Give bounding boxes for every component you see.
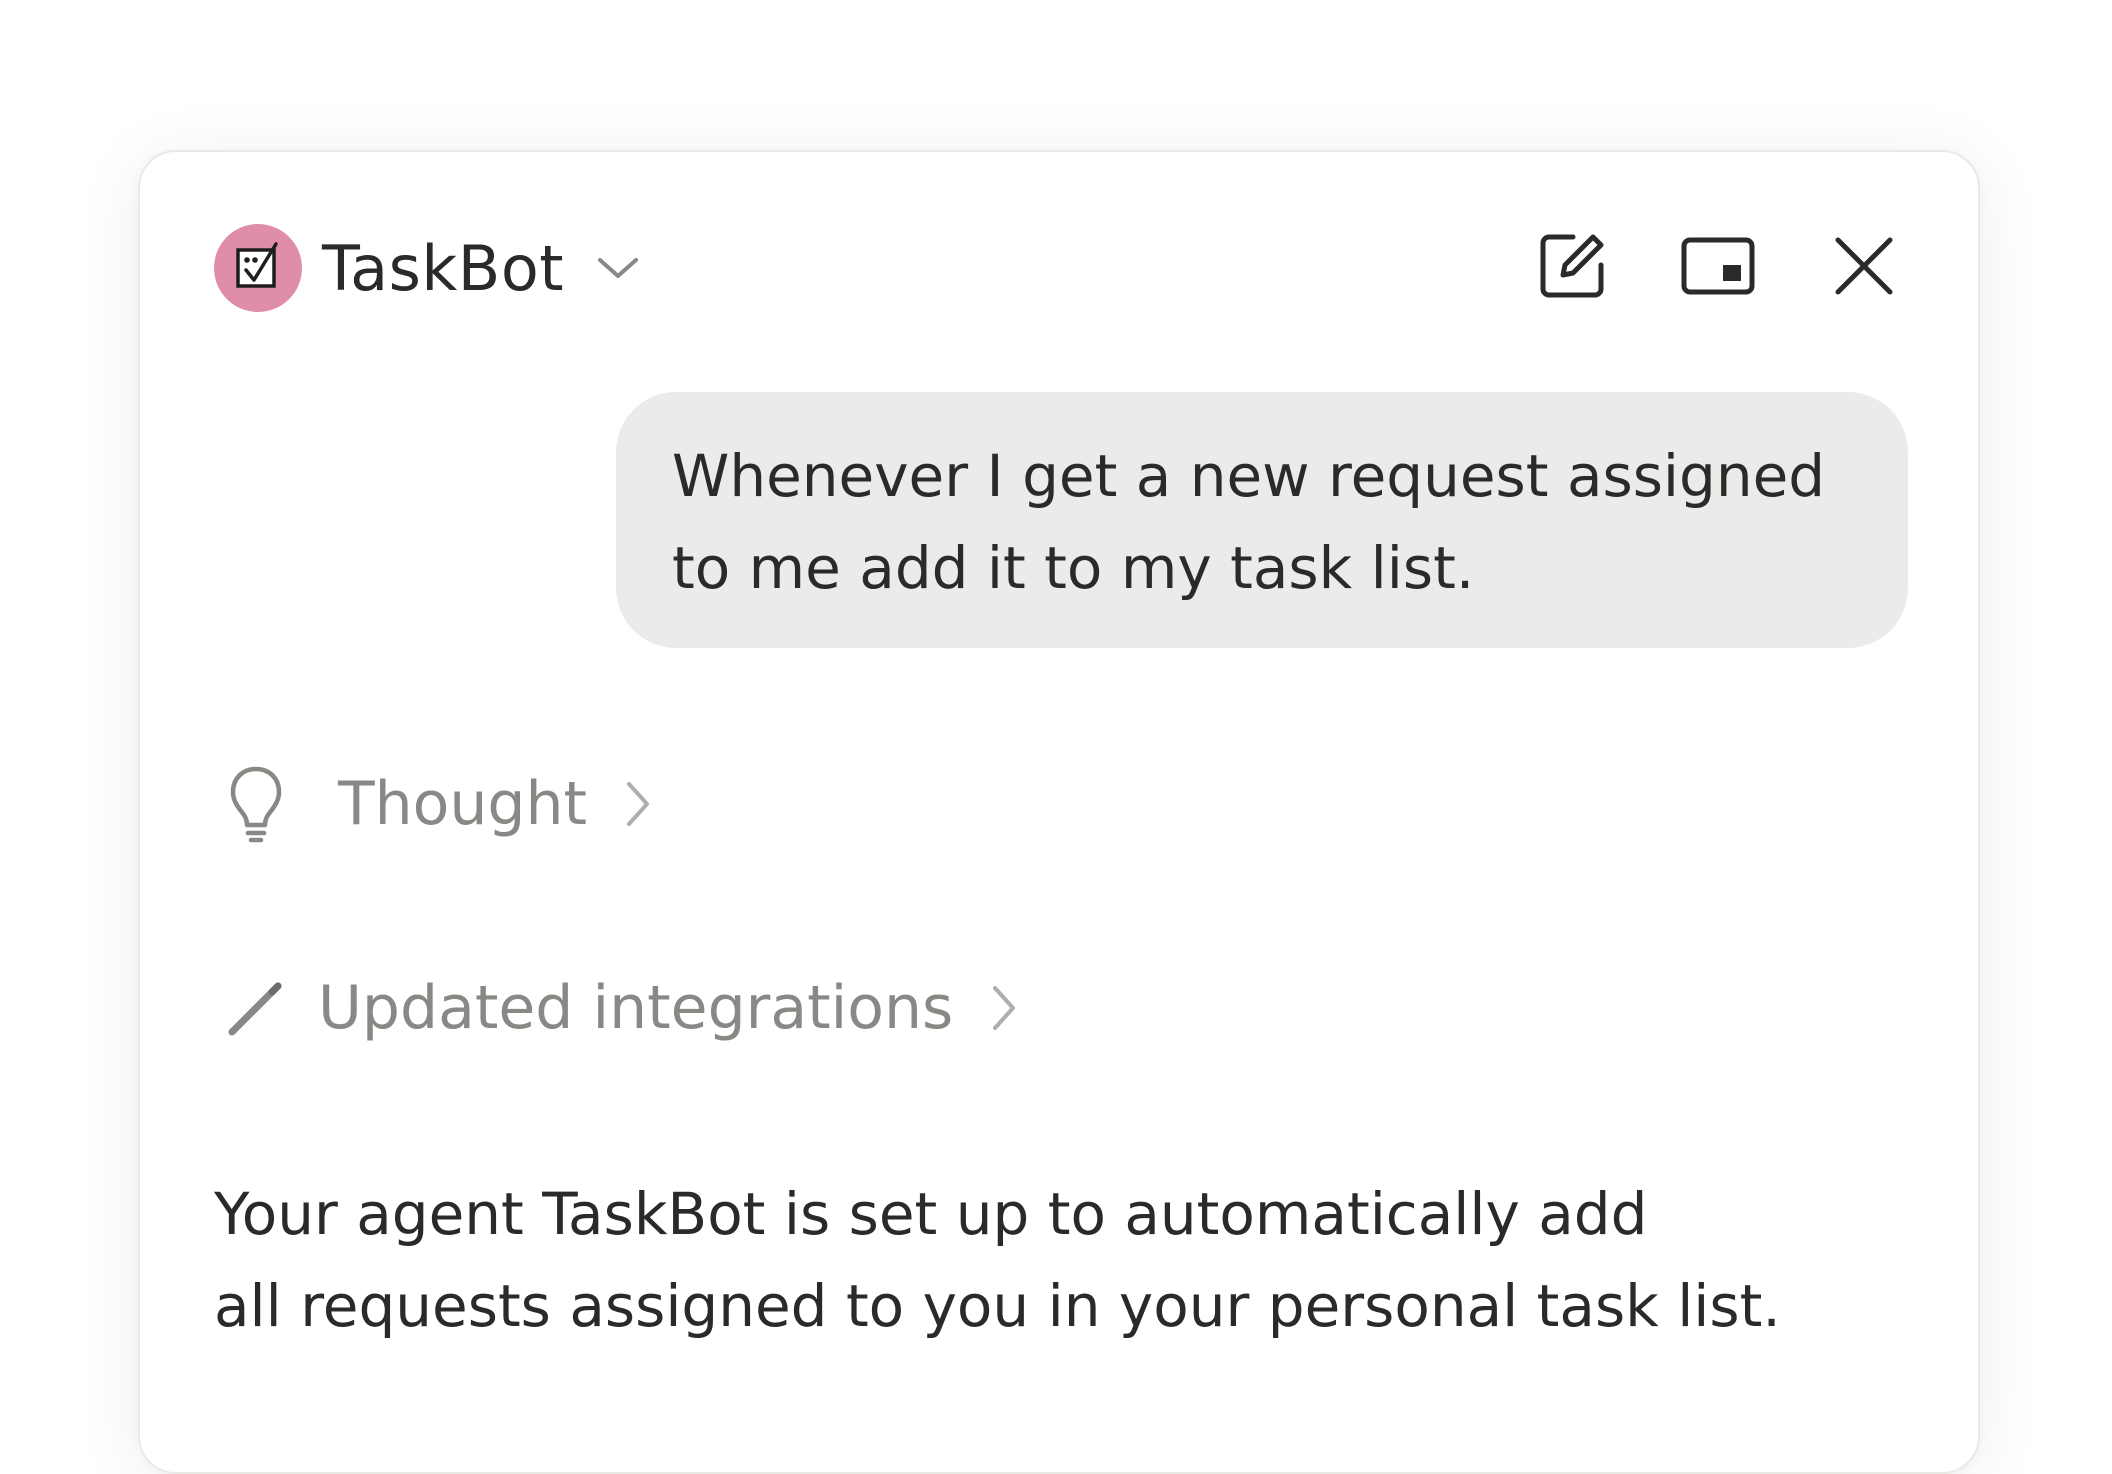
picture-in-picture-button[interactable] xyxy=(1678,228,1758,308)
new-chat-button[interactable] xyxy=(1532,228,1612,308)
chat-header: TaskBot xyxy=(214,224,1904,312)
step-updated-integrations-label: Updated integrations xyxy=(318,973,954,1043)
user-message: Whenever I get a new request assigned to… xyxy=(616,392,1908,648)
pip-window-icon xyxy=(1681,237,1755,299)
agent-switcher[interactable]: TaskBot xyxy=(214,224,640,312)
chevron-down-icon xyxy=(596,254,640,282)
agent-avatar xyxy=(214,224,302,312)
lightbulb-icon xyxy=(226,765,286,843)
step-updated-integrations[interactable]: Updated integrations xyxy=(226,962,1017,1054)
agent-chat-panel: TaskBot Whenever I get a new request ass… xyxy=(138,150,1980,1474)
close-icon xyxy=(1834,236,1894,300)
robot-task-icon xyxy=(232,240,284,296)
step-thought-label: Thought xyxy=(338,769,588,839)
step-thought[interactable]: Thought xyxy=(226,758,651,850)
assistant-message-line: Your agent TaskBot is set up to automati… xyxy=(214,1180,1648,1248)
chevron-right-icon xyxy=(623,780,651,828)
pencil-icon xyxy=(226,978,286,1038)
assistant-message-line: all requests assigned to you in your per… xyxy=(214,1272,1781,1340)
agent-name: TaskBot xyxy=(322,231,565,305)
edit-square-icon xyxy=(1537,231,1607,305)
close-button[interactable] xyxy=(1824,228,1904,308)
assistant-message: Your agent TaskBot is set up to automati… xyxy=(214,1168,1894,1352)
chevron-right-icon xyxy=(989,984,1017,1032)
header-actions xyxy=(1466,224,1904,312)
